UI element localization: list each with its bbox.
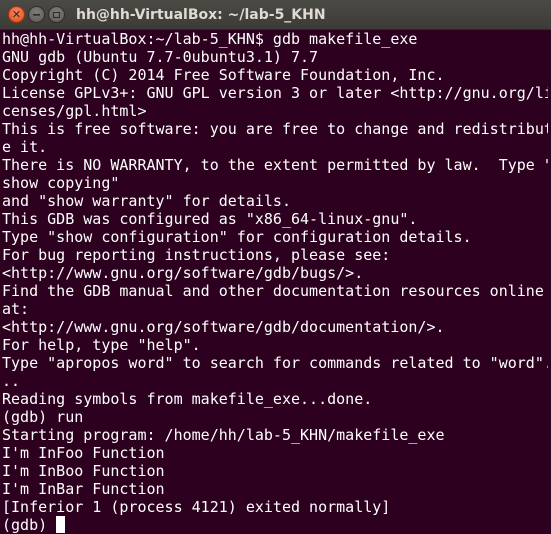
terminal-line: Find the GDB manual and other documentat… <box>2 282 544 300</box>
terminal-window: ✕ hh@hh-VirtualBox: ~/lab-5_KHN hh@hh-Vi… <box>0 0 551 534</box>
terminal-output-area[interactable]: hh@hh-VirtualBox:~/lab-5_KHN$ gdb makefi… <box>0 30 551 534</box>
terminal-line: Copyright (C) 2014 Free Software Foundat… <box>2 66 445 84</box>
minimize-icon <box>33 14 40 16</box>
terminal-line: censes/gpl.html> <box>2 102 147 120</box>
gdb-prompt: (gdb) <box>2 516 57 534</box>
terminal-text: hh@hh-VirtualBox:~/lab-5_KHN$ gdb makefi… <box>0 30 551 534</box>
window-title: hh@hh-VirtualBox: ~/lab-5_KHN <box>76 7 326 23</box>
terminal-line: Type "show configuration" for configurat… <box>2 228 472 246</box>
terminal-line: For help, type "help". <box>2 336 201 354</box>
terminal-line: There is NO WARRANTY, to the extent perm… <box>2 156 551 174</box>
terminal-line: e it. <box>2 138 48 156</box>
title-bar[interactable]: ✕ hh@hh-VirtualBox: ~/lab-5_KHN <box>0 0 551 30</box>
terminal-line: License GPLv3+: GNU GPL version 3 or lat… <box>2 84 551 102</box>
close-button[interactable]: ✕ <box>8 6 25 23</box>
terminal-line: <http://www.gnu.org/software/gdb/documen… <box>2 318 445 336</box>
terminal-line: This is free software: you are free to c… <box>2 120 551 138</box>
maximize-icon <box>53 11 60 18</box>
terminal-line: For bug reporting instructions, please s… <box>2 246 391 264</box>
terminal-line: I'm InFoo Function <box>2 444 165 462</box>
terminal-line: show copying" <box>2 174 120 192</box>
minimize-button[interactable] <box>28 6 45 23</box>
terminal-line: I'm InBar Function <box>2 480 165 498</box>
terminal-line: [Inferior 1 (process 4121) exited normal… <box>2 498 391 516</box>
terminal-line: <http://www.gnu.org/software/gdb/bugs/>. <box>2 264 364 282</box>
close-icon: ✕ <box>11 8 22 21</box>
terminal-line: (gdb) run <box>2 408 84 426</box>
terminal-line: GNU gdb (Ubuntu 7.7-0ubuntu3.1) 7.7 <box>2 48 319 66</box>
terminal-line: hh@hh-VirtualBox:~/lab-5_KHN$ gdb makefi… <box>2 30 418 48</box>
terminal-line: Starting program: /home/hh/lab-5_KHN/mak… <box>2 426 445 444</box>
terminal-line: Reading symbols from makefile_exe...done… <box>2 390 373 408</box>
terminal-line: and "show warranty" for details. <box>2 192 291 210</box>
terminal-line: at: <box>2 300 30 318</box>
maximize-button[interactable] <box>48 6 65 23</box>
terminal-line: Type "apropos word" to search for comman… <box>2 354 551 372</box>
terminal-line: .. <box>2 372 21 390</box>
terminal-line: I'm InBoo Function <box>2 462 165 480</box>
terminal-line: This GDB was configured as "x86_64-linux… <box>2 210 418 228</box>
text-cursor <box>56 516 66 533</box>
terminal-prompt-line[interactable]: (gdb) <box>2 516 551 534</box>
